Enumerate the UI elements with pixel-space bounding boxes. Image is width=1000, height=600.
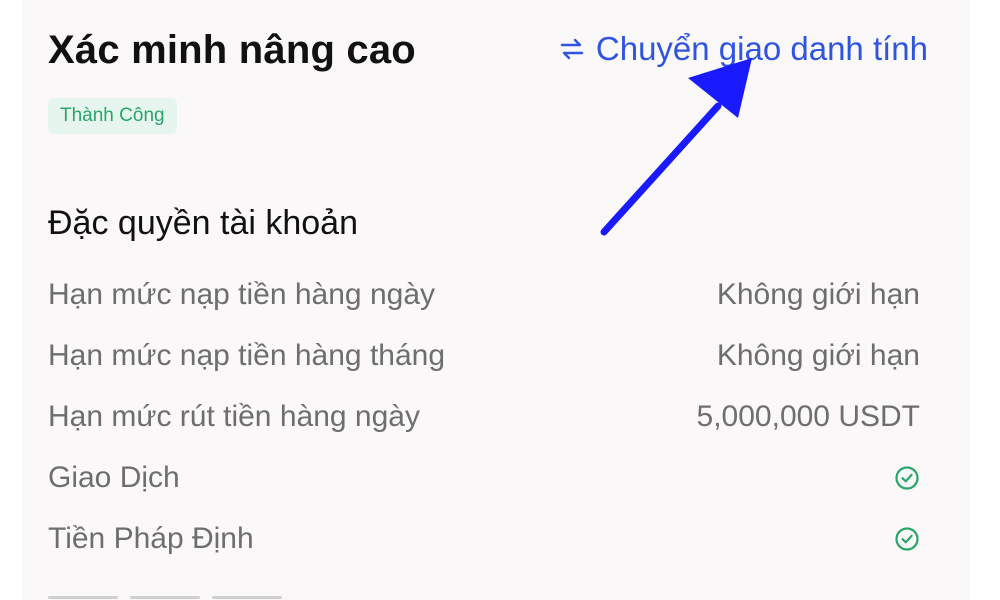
privileges-list: Hạn mức nạp tiền hàng ngày Không giới hạ… xyxy=(48,264,920,569)
header: Xác minh nâng cao Chuyển giao danh tính xyxy=(48,28,928,78)
check-circle-icon xyxy=(895,465,919,490)
privilege-row-daily-withdraw: Hạn mức rút tiền hàng ngày 5,000,000 USD… xyxy=(48,386,920,447)
privilege-label: Hạn mức rút tiền hàng ngày xyxy=(48,399,420,433)
privilege-row-daily-deposit: Hạn mức nạp tiền hàng ngày Không giới hạ… xyxy=(48,264,920,325)
check-circle-icon xyxy=(895,526,919,551)
transfer-identity-label[interactable]: Chuyển giao danh tính xyxy=(596,30,928,68)
privilege-row-monthly-deposit: Hạn mức nạp tiền hàng tháng Không giới h… xyxy=(48,325,920,386)
cut-off-next-section xyxy=(48,586,348,600)
privilege-value: Không giới hạn xyxy=(716,338,920,372)
swap-arrows-icon xyxy=(560,38,584,60)
privilege-label: Giao Dịch xyxy=(48,460,180,494)
privilege-row-fiat: Tiền Pháp Định xyxy=(48,508,920,569)
privilege-value: 5,000,000 USDT xyxy=(696,399,920,433)
transfer-identity-link[interactable]: Chuyển giao danh tính xyxy=(558,30,928,68)
privilege-value: Không giới hạn xyxy=(716,277,920,311)
privileges-title: Đặc quyền tài khoản xyxy=(48,204,358,242)
privilege-label: Hạn mức nạp tiền hàng tháng xyxy=(48,338,446,372)
status-badge: Thành Công xyxy=(48,98,177,134)
privilege-label: Hạn mức nạp tiền hàng ngày xyxy=(48,277,435,311)
privilege-row-trading: Giao Dịch xyxy=(48,447,920,508)
privilege-label: Tiền Pháp Định xyxy=(48,521,254,555)
page-title: Xác minh nâng cao xyxy=(48,28,416,72)
